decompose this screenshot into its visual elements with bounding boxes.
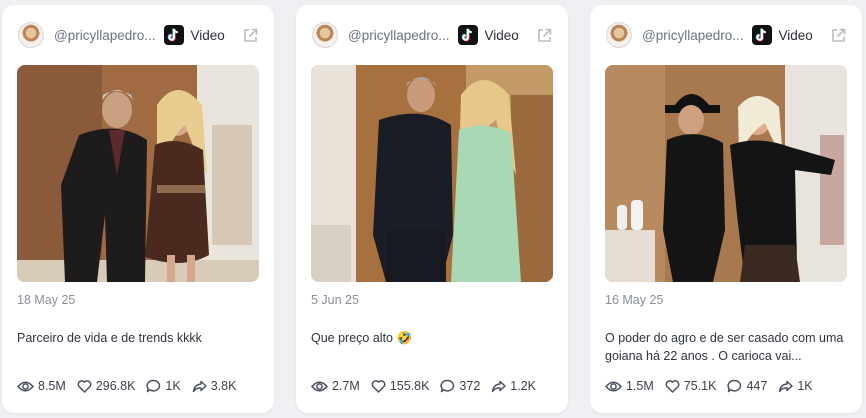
account-handle[interactable]: @pricyllapedro... <box>54 28 156 43</box>
heart-icon <box>371 379 386 393</box>
likes-count: 75.1K <box>683 379 717 393</box>
shares-stat: 3.8K <box>192 379 237 393</box>
video-card-grid: @pricyllapedro... Video 18 May 25 Parcei… <box>0 0 866 418</box>
views-stat: 1.5M <box>605 379 654 393</box>
caption-text: Que preço alto 🤣 <box>311 331 413 345</box>
video-card[interactable]: @pricyllapedro... Video <box>2 5 274 413</box>
comments-stat: 372 <box>440 379 480 393</box>
likes-stat: 75.1K <box>665 379 717 393</box>
video-thumbnail[interactable] <box>17 65 259 282</box>
shares-stat: 1K <box>778 379 813 393</box>
external-link-icon[interactable] <box>828 25 848 45</box>
avatar[interactable] <box>18 22 44 48</box>
video-card[interactable]: @pricyllapedro... Video <box>590 5 862 413</box>
card-header: @pricyllapedro... Video <box>606 21 848 49</box>
eye-icon <box>311 381 328 391</box>
views-count: 2.7M <box>332 379 360 393</box>
comment-icon <box>146 379 161 393</box>
caption-text: O poder do agro e de ser casado com uma … <box>605 331 844 363</box>
comments-stat: 447 <box>727 379 767 393</box>
tiktok-icon <box>163 25 184 45</box>
engagement-stats: 8.5M 296.8K 1K 3.8K <box>17 379 247 393</box>
comments-count: 447 <box>746 379 768 393</box>
post-date: 18 May 25 <box>17 293 76 307</box>
heart-icon <box>665 379 680 393</box>
video-card[interactable]: @pricyllapedro... Video <box>296 5 568 413</box>
engagement-stats: 1.5M 75.1K 447 1K <box>605 379 824 393</box>
video-thumbnail[interactable] <box>605 65 847 282</box>
video-thumbnail[interactable] <box>311 65 553 282</box>
likes-stat: 155.8K <box>371 379 430 393</box>
card-header: @pricyllapedro... Video <box>18 21 260 49</box>
likes-count: 296.8K <box>95 379 136 393</box>
shares-count: 3.8K <box>210 379 237 393</box>
engagement-stats: 2.7M 155.8K 372 1.2K <box>311 379 547 393</box>
views-stat: 8.5M <box>17 379 66 393</box>
shares-count: 1K <box>797 379 813 393</box>
post-caption: O poder do agro e de ser casado com uma … <box>605 329 845 365</box>
eye-icon <box>17 381 34 391</box>
likes-stat: 296.8K <box>77 379 136 393</box>
likes-count: 155.8K <box>389 379 430 393</box>
platform-label: Video <box>778 27 813 43</box>
share-icon <box>192 380 207 392</box>
views-count: 1.5M <box>626 379 654 393</box>
account-handle[interactable]: @pricyllapedro... <box>642 28 744 43</box>
comments-count: 1K <box>165 379 181 393</box>
comments-stat: 1K <box>146 379 181 393</box>
comment-icon <box>727 379 742 393</box>
card-header: @pricyllapedro... Video <box>312 21 554 49</box>
comment-icon <box>440 379 455 393</box>
share-icon <box>779 380 794 392</box>
views-count: 8.5M <box>38 379 66 393</box>
post-caption: Que preço alto 🤣 <box>311 329 551 347</box>
external-link-icon[interactable] <box>240 25 260 45</box>
external-link-icon[interactable] <box>534 25 554 45</box>
shares-stat: 1.2K <box>491 379 536 393</box>
avatar[interactable] <box>606 22 632 48</box>
share-icon <box>492 380 507 392</box>
shares-count: 1.2K <box>510 379 536 393</box>
eye-icon <box>605 381 622 391</box>
avatar[interactable] <box>312 22 338 48</box>
tiktok-icon <box>457 25 478 45</box>
views-stat: 2.7M <box>311 379 360 393</box>
platform-label: Video <box>190 27 225 43</box>
account-handle[interactable]: @pricyllapedro... <box>348 28 450 43</box>
post-caption: Parceiro de vida e de trends kkkk <box>17 329 257 347</box>
tiktok-icon <box>751 25 772 45</box>
heart-icon <box>77 379 92 393</box>
caption-text: Parceiro de vida e de trends kkkk <box>17 331 202 345</box>
platform-label: Video <box>484 27 519 43</box>
comments-count: 372 <box>459 379 481 393</box>
post-date: 5 Jun 25 <box>311 293 359 307</box>
post-date: 16 May 25 <box>605 293 664 307</box>
